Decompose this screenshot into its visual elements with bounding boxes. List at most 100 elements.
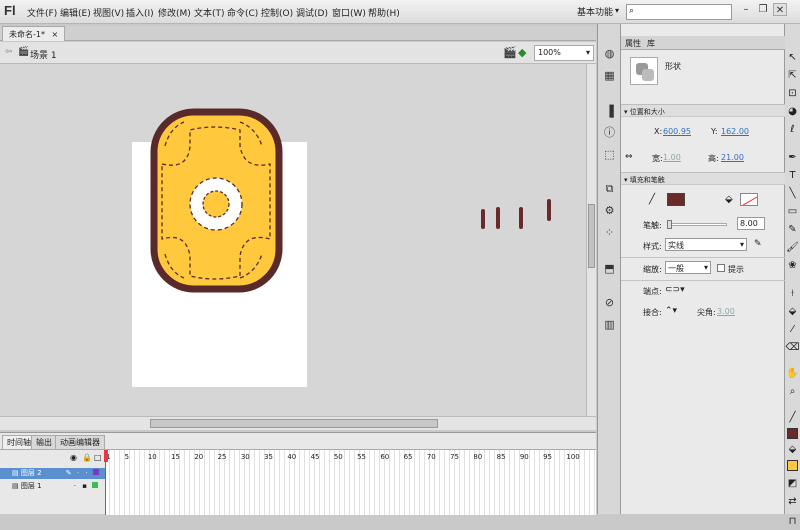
menu-file[interactable]: 文件(F) [27, 6, 57, 19]
swap-colors-icon[interactable]: ⇄ [785, 494, 800, 510]
history-icon[interactable]: ⊘ [601, 295, 618, 311]
vertical-scrollbar[interactable] [586, 64, 596, 416]
width-value[interactable]: 1.00 [663, 153, 681, 162]
components-icon[interactable]: ⚙ [601, 203, 618, 219]
menu-help[interactable]: 帮助(H) [368, 6, 400, 19]
deco-tool-icon[interactable]: ❀ [785, 258, 800, 274]
tab-library[interactable]: 库 [647, 38, 655, 49]
zoom-select[interactable]: 100% ▾ [534, 45, 594, 61]
lasso-icon[interactable]: ℓ [785, 122, 800, 138]
layer-row[interactable]: ▤ 图层 1 · ▪ [0, 481, 105, 492]
stroke-line-1[interactable] [481, 209, 485, 229]
menu-modify[interactable]: 修改(M) [158, 6, 191, 19]
zoom-tool-icon[interactable]: ⌕ [785, 384, 800, 400]
hint-checkbox[interactable] [717, 264, 725, 272]
tab-properties[interactable]: 属性 [625, 38, 641, 49]
menu-view[interactable]: 视图(V) [93, 6, 124, 19]
outline-icon[interactable]: □ [94, 453, 102, 462]
transform-icon[interactable]: ⬚ [601, 147, 618, 163]
layer-color[interactable] [92, 469, 99, 475]
brush-tool-icon[interactable]: 🖌 [785, 240, 800, 256]
document-tab[interactable]: 未命名-1* × [2, 26, 66, 41]
lock-icon[interactable]: 🔒 [82, 453, 92, 462]
layer-row[interactable]: ▤ 图层 2 ✎ · · [0, 468, 105, 479]
workspace-switcher[interactable]: 基本功能 [577, 5, 613, 18]
stroke-line-3[interactable] [519, 207, 523, 229]
stroke-line-2[interactable] [496, 207, 500, 229]
section-fill-stroke[interactable]: ▾ 填充和笔触 [621, 172, 785, 185]
search-input[interactable]: ⌕ [626, 4, 732, 20]
text-tool-icon[interactable]: T [785, 168, 800, 184]
join-round-icon[interactable]: ⌃▾ [665, 306, 677, 316]
snap-icon[interactable]: ⊓ [785, 514, 800, 530]
menu-insert[interactable]: 插入(I) [126, 6, 154, 19]
selection-tool-icon[interactable]: ↖ [785, 50, 800, 66]
hand-tool-icon[interactable]: ✋ [785, 366, 800, 382]
menu-text[interactable]: 文本(T) [194, 6, 225, 19]
bone-tool-icon[interactable]: ⟊ [785, 286, 800, 302]
pen-tool-icon[interactable]: ✒ [785, 150, 800, 166]
books-icon[interactable]: ▥ [601, 317, 618, 333]
eraser-icon[interactable]: ⌫ [785, 340, 800, 356]
menu-edit[interactable]: 编辑(E) [60, 6, 91, 19]
scroll-thumb[interactable] [150, 419, 438, 428]
paint-bucket-icon[interactable]: ⬙ [785, 304, 800, 320]
scene-panel-icon[interactable]: ⬒ [601, 261, 618, 277]
link-icon[interactable]: ⇔ [625, 152, 633, 162]
layer-name[interactable]: 图层 1 [21, 482, 42, 490]
stroke-slider[interactable] [667, 220, 727, 229]
drawing[interactable] [0, 64, 586, 416]
menu-window[interactable]: 窗口(W) [332, 6, 366, 19]
minimize-icon[interactable]: – [739, 3, 753, 16]
close-icon[interactable]: ✕ [773, 3, 787, 16]
eyedropper-icon[interactable]: ⁄ [785, 322, 800, 338]
library-icon[interactable]: ⧉ [601, 181, 618, 197]
playhead[interactable] [104, 450, 108, 462]
tab-motion-editor[interactable]: 动画编辑器 [55, 435, 105, 449]
color-swatch-icon[interactable]: ◍ [601, 46, 618, 62]
close-icon[interactable]: × [52, 30, 59, 39]
scroll-thumb[interactable] [588, 204, 595, 268]
fill-color-swatch[interactable] [740, 193, 758, 206]
free-transform-icon[interactable]: ⊡ [785, 86, 800, 102]
layer-color[interactable] [92, 482, 99, 488]
tab-output[interactable]: 输出 [31, 435, 57, 449]
stage-area[interactable] [0, 64, 586, 416]
stroke-input[interactable]: 8.00 [737, 217, 765, 230]
3d-rotation-icon[interactable]: ◕ [785, 104, 800, 120]
pencil-tool-icon[interactable]: ✎ [785, 222, 800, 238]
chevron-down-icon[interactable]: ▾ [615, 6, 619, 15]
edit-symbol-icon[interactable]: ◆ [518, 46, 526, 59]
slider-handle[interactable] [667, 220, 672, 229]
back-arrow-icon[interactable]: ⇦ [5, 47, 13, 57]
info-icon[interactable]: ⓘ [601, 125, 618, 141]
line-tool-icon[interactable]: ╲ [785, 186, 800, 202]
fill-color-tool-swatch[interactable] [787, 460, 798, 471]
scale-select[interactable]: 一般 ▾ [665, 261, 711, 274]
y-value[interactable]: 162.00 [721, 127, 749, 136]
x-value[interactable]: 600.95 [663, 127, 691, 136]
subselection-tool-icon[interactable]: ⇱ [785, 68, 800, 84]
pencil-icon[interactable]: ✎ [754, 239, 762, 249]
stroke-color-swatch[interactable] [667, 193, 685, 206]
eye-icon[interactable]: ◉ [70, 453, 77, 462]
cap-round-icon[interactable]: ⊂⊃▾ [665, 285, 685, 295]
menu-control[interactable]: 控制(O) [261, 6, 293, 19]
align-icon[interactable]: ▐ [601, 104, 618, 120]
stroke-color-tool-swatch[interactable] [787, 428, 798, 439]
swatches-icon[interactable]: ▦ [601, 68, 618, 84]
height-value[interactable]: 21.00 [721, 153, 744, 162]
rectangle-tool-icon[interactable]: ▭ [785, 204, 800, 220]
section-position-size[interactable]: ▾ 位置和大小 [621, 104, 785, 117]
miter-value[interactable]: 3.00 [717, 307, 735, 316]
restore-icon[interactable]: ❐ [756, 3, 770, 16]
motion-presets-icon[interactable]: ⁘ [601, 225, 618, 241]
edit-scene-icon[interactable]: 🎬 [503, 46, 517, 59]
horizontal-scrollbar[interactable] [0, 416, 596, 430]
menu-debug[interactable]: 调试(D) [296, 6, 328, 19]
menu-commands[interactable]: 命令(C) [227, 6, 258, 19]
style-select[interactable]: 实线 ▾ [665, 238, 747, 251]
layer-name[interactable]: 图层 2 [21, 469, 42, 477]
black-white-icon[interactable]: ◩ [785, 476, 800, 492]
stroke-line-4[interactable] [547, 199, 551, 221]
